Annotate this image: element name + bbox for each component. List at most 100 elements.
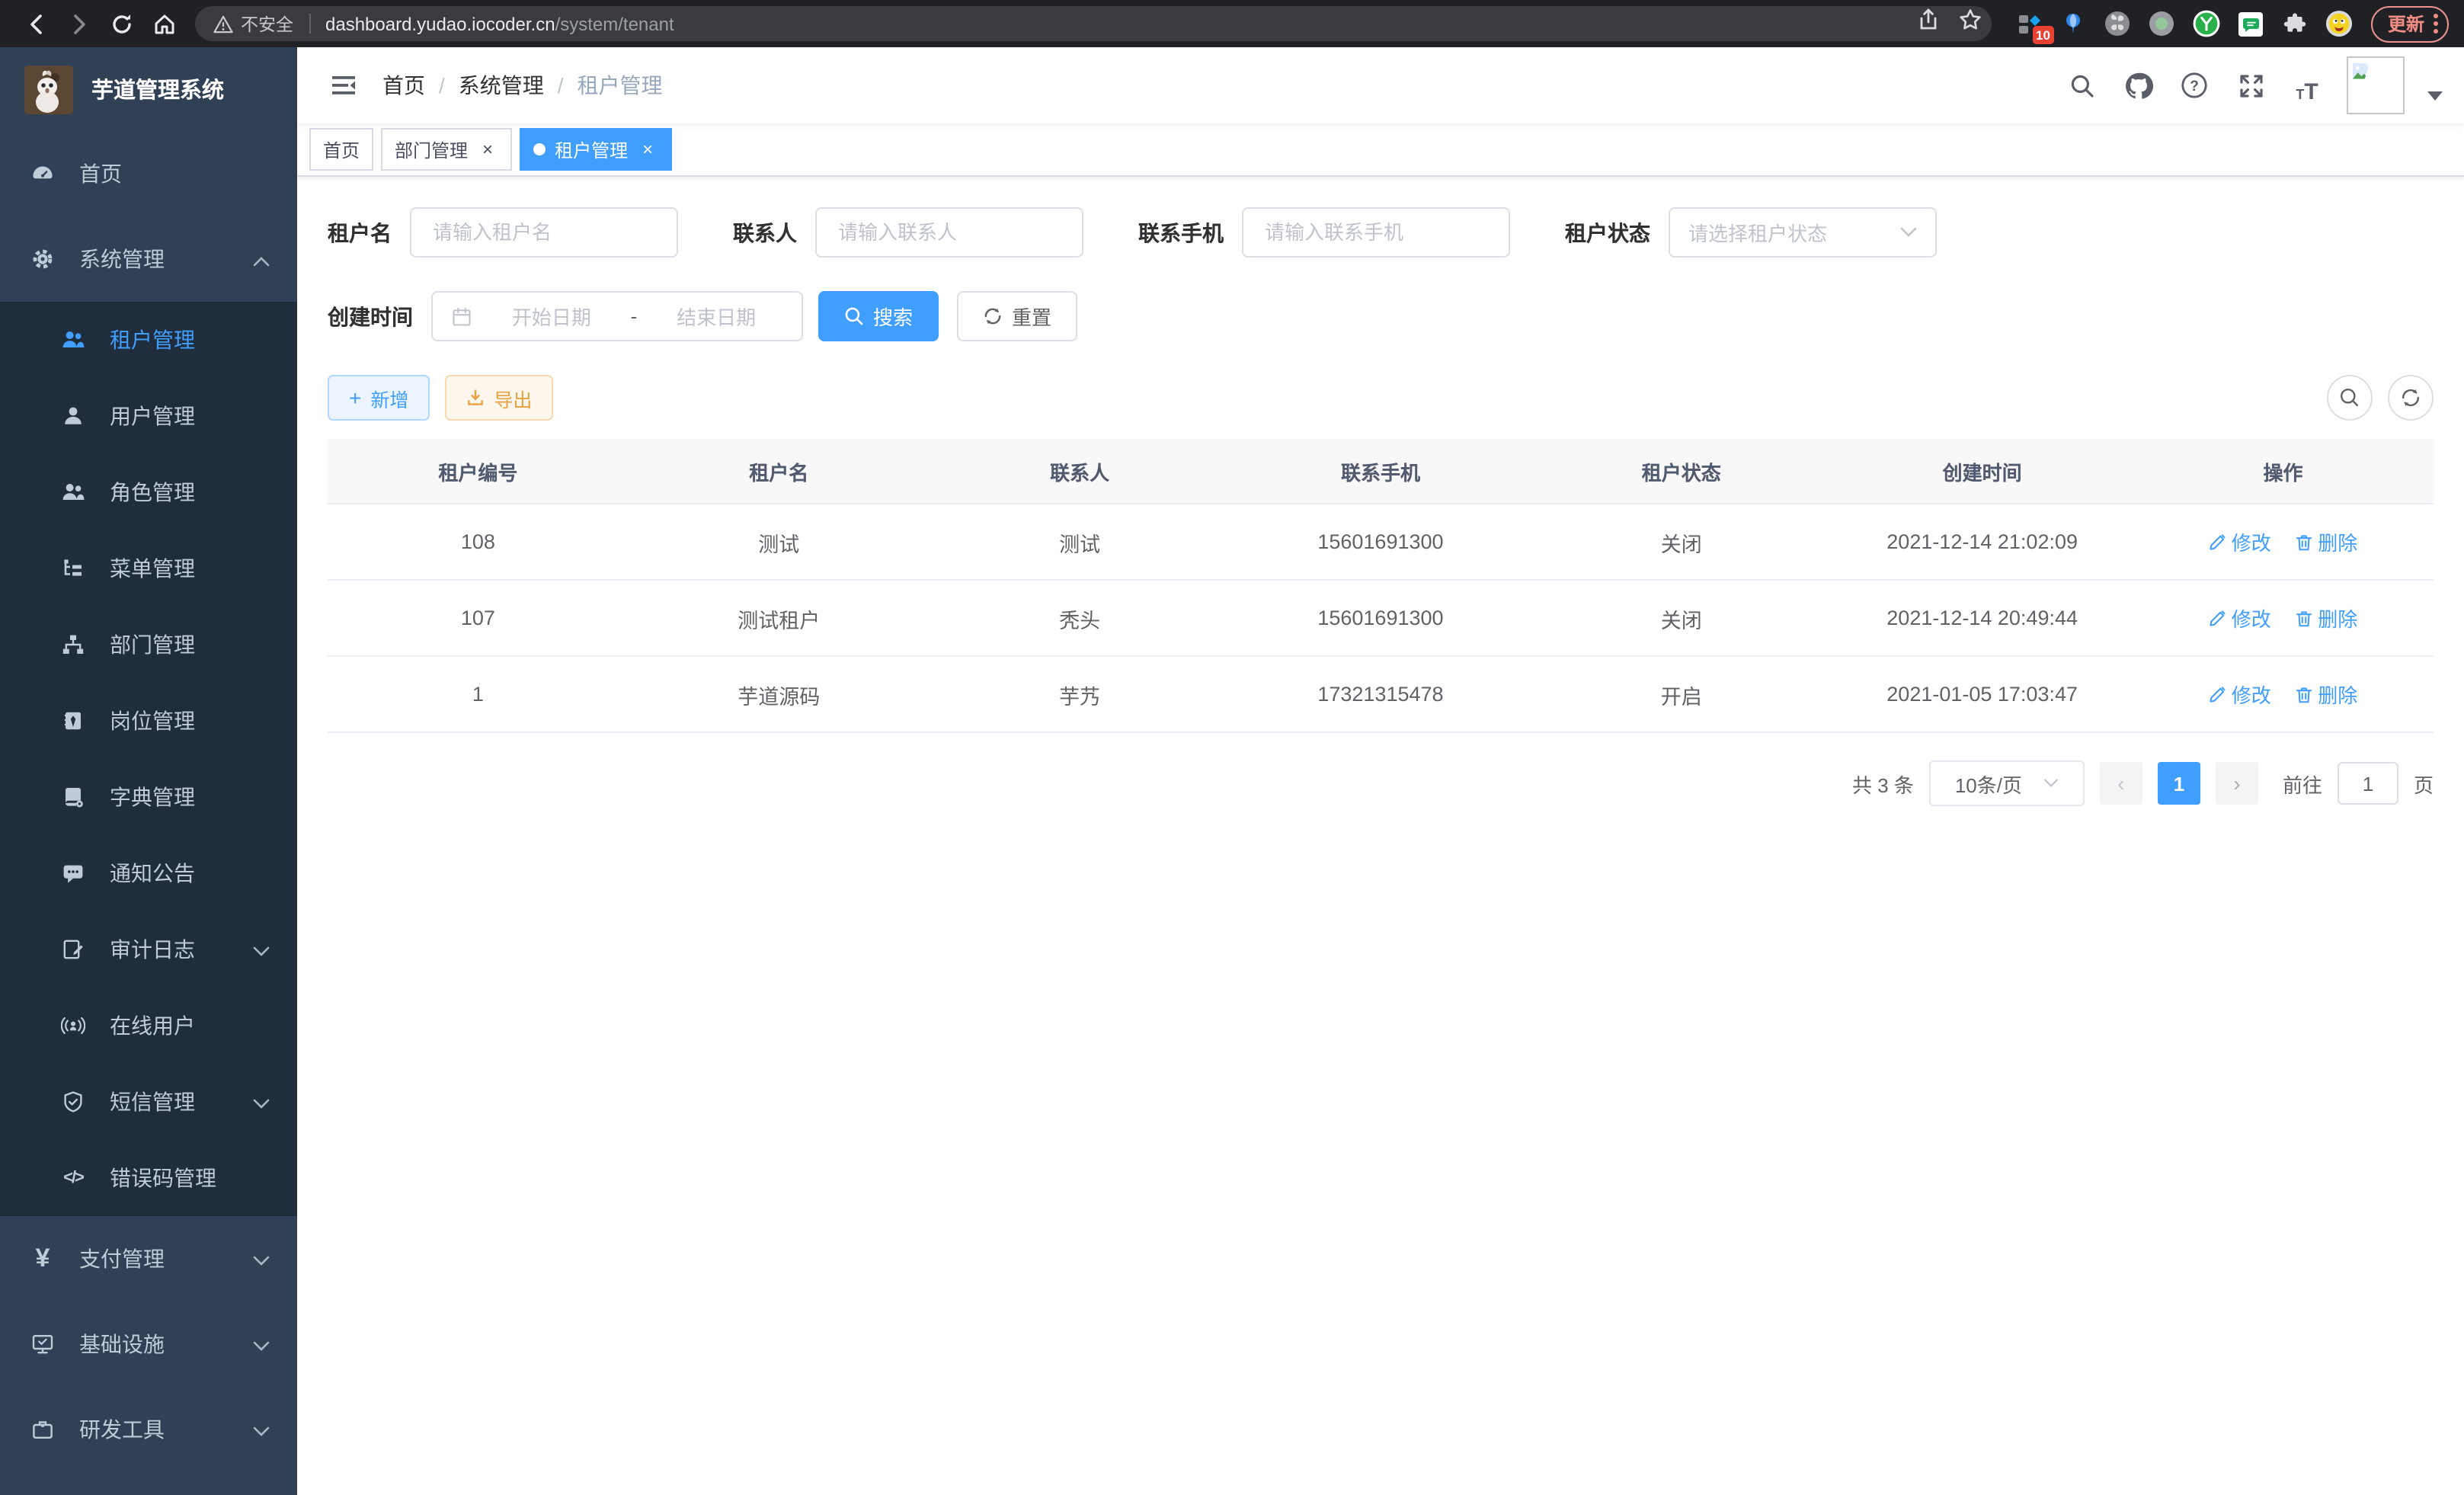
status-placeholder: 请选择租户状态 <box>1688 218 1827 247</box>
ext-tabs-icon[interactable]: 10 <box>2016 10 2043 37</box>
search-icon <box>2339 387 2360 408</box>
chevron-down-icon <box>253 1247 270 1271</box>
mobile-input[interactable] <box>1262 219 1490 245</box>
help-icon[interactable]: ? <box>2178 66 2211 105</box>
add-button[interactable]: + 新增 <box>328 375 430 421</box>
edit-link[interactable]: 修改 <box>2209 527 2271 556</box>
breadcrumb-home[interactable]: 首页 <box>382 70 425 101</box>
reload-icon[interactable] <box>101 5 143 42</box>
tag-close-icon[interactable]: × <box>477 139 498 160</box>
prev-page-button[interactable]: ‹ <box>2100 762 2142 805</box>
breadcrumb-separator: / <box>439 73 445 98</box>
goto-page-input[interactable] <box>2338 762 2398 805</box>
date-range-picker[interactable]: 开始日期 - 结束日期 <box>431 291 803 341</box>
sidebar-item-user[interactable]: 用户管理 <box>0 378 297 454</box>
hamburger-icon[interactable] <box>318 61 367 110</box>
url-host: dashboard.yudao.iocoder.cn <box>325 13 555 34</box>
sidebar-item-sms[interactable]: 短信管理 <box>0 1064 297 1140</box>
chevron-up-icon <box>253 247 270 271</box>
tag-home[interactable]: 首页 <box>309 128 373 171</box>
edit-link[interactable]: 修改 <box>2209 603 2271 632</box>
ext-command-icon[interactable] <box>2104 10 2132 37</box>
sidebar-item-tenant[interactable]: 租户管理 <box>0 302 297 378</box>
show-search-toggle[interactable] <box>2327 375 2373 421</box>
sidebar-item-home[interactable]: 首页 <box>0 131 297 216</box>
extensions-puzzle-icon[interactable] <box>2281 10 2309 37</box>
sidebar-item-label: 通知公告 <box>110 858 195 888</box>
fullscreen-icon[interactable] <box>2234 66 2267 105</box>
ext-kite-icon[interactable] <box>2060 10 2088 37</box>
reset-button[interactable]: 重置 <box>957 291 1077 341</box>
search-button[interactable]: 搜索 <box>818 291 939 341</box>
status-label: 租户状态 <box>1565 217 1650 248</box>
monitor-icon <box>30 1332 55 1356</box>
page-size-select[interactable]: 10条/页 <box>1929 760 2085 806</box>
sidebar-item-menu[interactable]: 菜单管理 <box>0 530 297 607</box>
sidebar-item-online-users[interactable]: 在线用户 <box>0 988 297 1064</box>
export-button[interactable]: 导出 <box>445 375 553 421</box>
avatar-caret-icon[interactable] <box>2427 91 2443 101</box>
ext-y-icon[interactable] <box>2193 10 2220 37</box>
status-select[interactable]: 请选择租户状态 <box>1669 207 1937 258</box>
sidebar-item-notice[interactable]: 通知公告 <box>0 835 297 911</box>
current-page[interactable]: 1 <box>2158 762 2200 805</box>
tenant-name-input[interactable] <box>430 219 658 245</box>
ext-record-icon[interactable] <box>2149 10 2176 37</box>
avatar[interactable] <box>2347 56 2405 114</box>
back-icon[interactable] <box>15 5 58 42</box>
dict-icon <box>61 785 85 809</box>
shield-icon <box>61 1090 85 1114</box>
goto-label: 前往 <box>2283 769 2322 798</box>
cell-name: 测试 <box>629 504 930 580</box>
font-size-icon[interactable]: TT <box>2290 66 2324 105</box>
forward-icon[interactable] <box>58 5 101 42</box>
breadcrumb-system[interactable]: 系统管理 <box>459 70 544 101</box>
select-arrow-icon <box>1900 227 1917 238</box>
ext-chat-icon[interactable] <box>2237 10 2264 37</box>
sidebar-item-label: 系统管理 <box>79 244 165 274</box>
tag-tenant[interactable]: 租户管理 × <box>520 128 672 171</box>
next-page-button[interactable]: › <box>2216 762 2258 805</box>
user-icon <box>61 404 85 428</box>
github-icon[interactable] <box>2121 66 2155 105</box>
delete-link[interactable]: 删除 <box>2295 680 2357 709</box>
logo-image <box>24 65 73 114</box>
sidebar-item-dev-tools[interactable]: 研发工具 <box>0 1387 297 1472</box>
sidebar-item-system[interactable]: 系统管理 <box>0 216 297 302</box>
sidebar-item-role[interactable]: 角色管理 <box>0 454 297 530</box>
col-actions: 操作 <box>2133 439 2434 504</box>
header-search-icon[interactable] <box>2065 66 2098 105</box>
logo-row[interactable]: 芋道管理系统 <box>0 47 297 131</box>
security-status[interactable]: 不安全 <box>213 11 293 36</box>
mobile-label: 联系手机 <box>1138 217 1224 248</box>
sidebar-item-dict[interactable]: 字典管理 <box>0 759 297 835</box>
sidebar-item-label: 用户管理 <box>110 401 195 431</box>
sidebar-item-label: 在线用户 <box>110 1010 195 1041</box>
sidebar-item-infra[interactable]: 基础设施 <box>0 1301 297 1387</box>
edit-link[interactable]: 修改 <box>2209 680 2271 709</box>
tree-icon <box>61 632 85 657</box>
update-label: 更新 <box>2388 11 2424 37</box>
address-bar[interactable]: 不安全 dashboard.yudao.iocoder.cn/system/te… <box>195 6 1992 41</box>
share-icon[interactable] <box>1917 8 1940 40</box>
download-icon <box>466 389 485 407</box>
bookmark-star-icon[interactable] <box>1958 8 1982 40</box>
tag-close-icon[interactable]: × <box>637 139 658 160</box>
tag-label: 部门管理 <box>395 136 468 162</box>
sidebar-item-pay[interactable]: ¥ 支付管理 <box>0 1216 297 1301</box>
sidebar-item-error-code[interactable]: </> 错误码管理 <box>0 1140 297 1216</box>
sidebar-item-post[interactable]: 岗位管理 <box>0 683 297 759</box>
chrome-update-button[interactable]: 更新 <box>2371 5 2449 42</box>
refresh-table-button[interactable] <box>2388 375 2434 421</box>
sidebar-item-audit-log[interactable]: 审计日志 <box>0 911 297 988</box>
browser-menu-icon[interactable] <box>2434 14 2438 34</box>
sidebar-item-dept[interactable]: 部门管理 <box>0 607 297 683</box>
total-count: 共 3 条 <box>1852 769 1914 798</box>
delete-link[interactable]: 删除 <box>2295 603 2357 632</box>
contact-input[interactable] <box>835 219 1064 245</box>
delete-link[interactable]: 删除 <box>2295 527 2357 556</box>
tag-dept[interactable]: 部门管理 × <box>381 128 512 171</box>
profile-avatar-icon[interactable] <box>2325 10 2353 37</box>
home-icon[interactable] <box>143 5 186 42</box>
select-arrow-icon <box>2043 779 2059 788</box>
